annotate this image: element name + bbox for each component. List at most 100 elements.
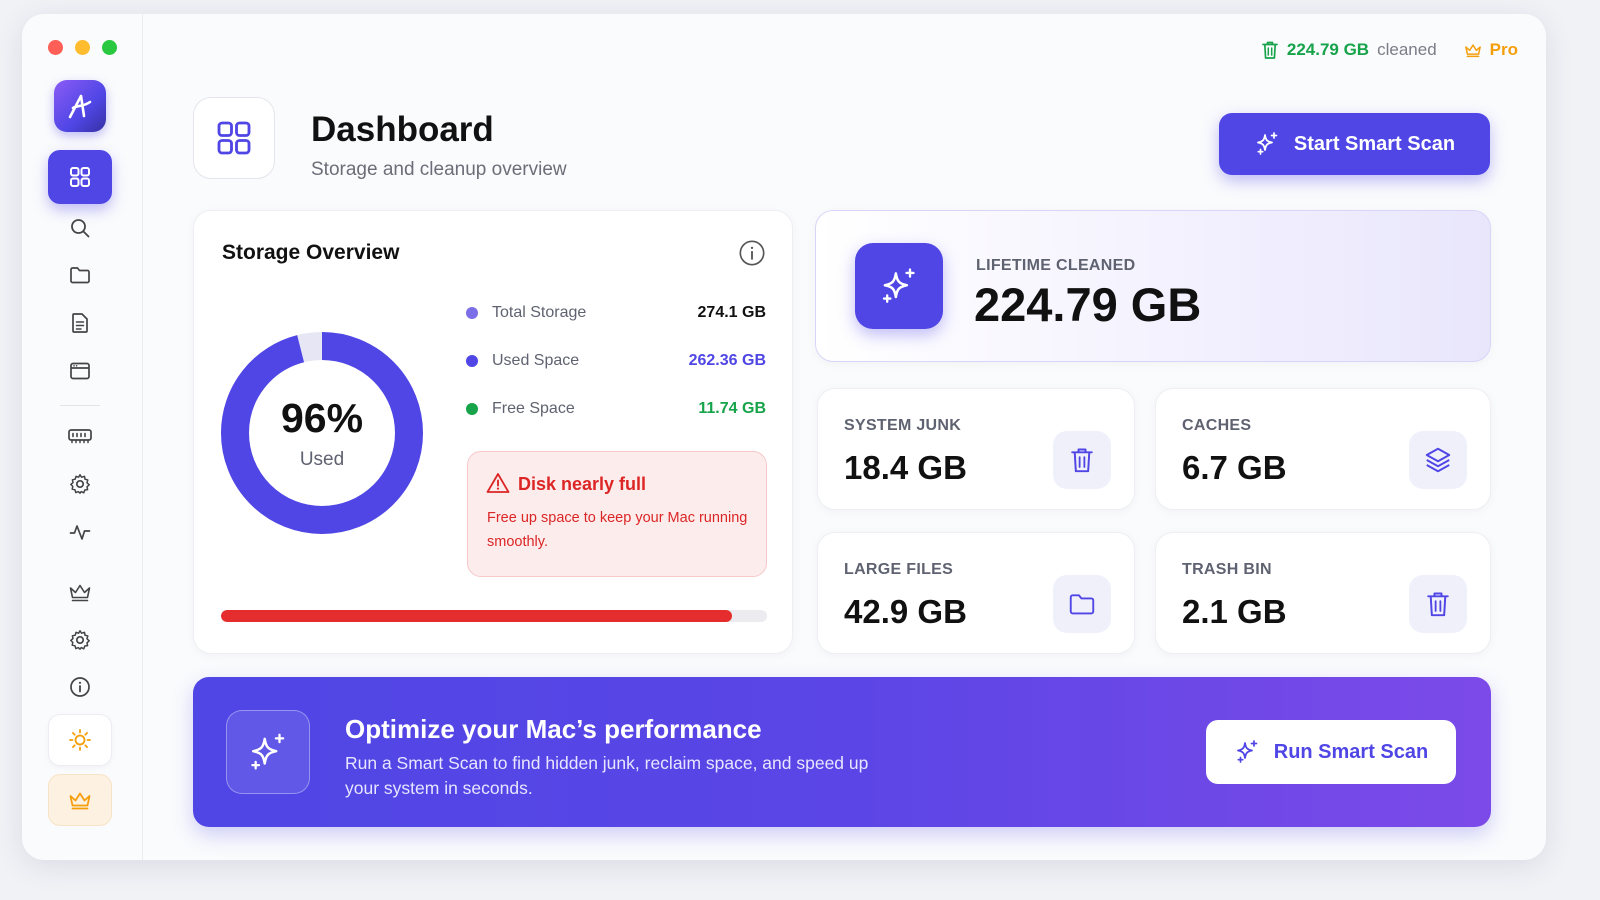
- search-icon: [71, 219, 90, 238]
- crown-icon: [69, 584, 91, 602]
- legend-used-space: Used Space 262.36 GB: [466, 349, 766, 373]
- sidebar-item-maintenance[interactable]: [48, 463, 112, 505]
- cleaned-suffix: cleaned: [1377, 40, 1437, 59]
- lifetime-cleaned-value: 224.79 GB: [974, 278, 1202, 331]
- legend-total-storage: Total Storage 274.1 GB: [466, 301, 766, 325]
- legend-dot: [466, 307, 478, 319]
- grid-icon: [217, 121, 251, 155]
- clean-system-junk-button[interactable]: [1053, 431, 1111, 489]
- pro-badge[interactable]: Pro: [1463, 40, 1518, 60]
- trash-icon: [1427, 592, 1449, 617]
- run-smart-scan-button[interactable]: Run Smart Scan: [1206, 720, 1456, 784]
- stat-label: CACHES: [1182, 417, 1252, 434]
- gear-icon: [70, 474, 90, 494]
- legend-label: Total Storage: [492, 304, 587, 321]
- sun-icon: [69, 729, 91, 751]
- legend-free-space: Free Space 11.74 GB: [466, 397, 766, 421]
- legend-value: 11.74 GB: [698, 400, 766, 417]
- app-logo[interactable]: [54, 80, 106, 132]
- theme-toggle-button[interactable]: [48, 714, 112, 766]
- sidebar-item-dashboard[interactable]: [48, 150, 112, 204]
- stat-card-large-files: LARGE FILES 42.9 GB: [817, 532, 1135, 654]
- legend-value: 262.36 GB: [688, 352, 766, 369]
- sparkles-icon: [1236, 740, 1258, 763]
- sidebar-item-apps[interactable]: [48, 350, 112, 392]
- app-window: 224.79 GB cleaned Pro Dashboard Storage …: [22, 14, 1546, 860]
- page-subtitle: Storage and cleanup overview: [311, 159, 567, 180]
- warning-icon: [486, 473, 510, 493]
- used-percent: 96%: [280, 395, 364, 441]
- cleaned-value: 224.79 GB: [1286, 40, 1370, 59]
- banner-icon-tile: [226, 710, 310, 794]
- storage-overview-title: Storage Overview: [222, 241, 400, 264]
- sidebar-item-documents[interactable]: [48, 302, 112, 344]
- run-smart-scan-label: Run Smart Scan: [1273, 740, 1429, 763]
- storage-info-button[interactable]: [738, 239, 766, 272]
- stat-value: 6.7 GB: [1182, 449, 1287, 486]
- review-large-files-button[interactable]: [1053, 575, 1111, 633]
- sidebar-item-premium[interactable]: [48, 571, 112, 613]
- empty-trash-button[interactable]: [1409, 575, 1467, 633]
- top-status-bar: 224.79 GB cleaned Pro: [1261, 40, 1518, 60]
- stat-value: 42.9 GB: [844, 593, 967, 630]
- sidebar-item-activity[interactable]: [48, 511, 112, 553]
- alert-text: Free up space to keep your Mac running s…: [487, 510, 748, 550]
- storage-usage-bar-fill: [221, 610, 732, 622]
- lifetime-cleaned-label: LIFETIME CLEANED: [976, 257, 1136, 274]
- sparkles-icon: [1257, 132, 1278, 155]
- sidebar-divider: [60, 405, 100, 406]
- info-icon: [739, 240, 765, 266]
- legend-dot: [466, 403, 478, 415]
- stat-card-caches: CACHES 6.7 GB: [1155, 388, 1491, 510]
- storage-usage-bar: [221, 610, 767, 622]
- optimize-banner: Optimize your Mac’s performance Run a Sm…: [193, 677, 1491, 827]
- legend-value: 274.1 GB: [697, 304, 766, 321]
- legend-label: Free Space: [492, 400, 575, 417]
- upgrade-pro-button[interactable]: [48, 774, 112, 826]
- page-title: Dashboard: [311, 110, 494, 149]
- memory-icon: [68, 429, 92, 444]
- folder-icon: [70, 267, 90, 284]
- storage-overview-card: Storage Overview 96% Used Total Storage …: [193, 210, 793, 654]
- banner-title: Optimize your Mac’s performance: [345, 714, 762, 744]
- info-icon: [70, 677, 90, 697]
- stat-label: TRASH BIN: [1182, 561, 1272, 578]
- sidebar-item-search[interactable]: [48, 207, 112, 249]
- crown-icon: [69, 792, 91, 810]
- trash-icon: [1071, 448, 1093, 473]
- sidebar-item-settings[interactable]: [48, 619, 112, 661]
- sidebar: [22, 14, 143, 860]
- crown-icon: [1464, 44, 1481, 58]
- stat-card-trash-bin: TRASH BIN 2.1 GB: [1155, 532, 1491, 654]
- start-smart-scan-button[interactable]: Start Smart Scan: [1219, 113, 1490, 175]
- sidebar-item-memory[interactable]: [48, 415, 112, 457]
- sidebar-item-about[interactable]: [48, 666, 112, 708]
- sidebar-item-folder[interactable]: [48, 254, 112, 296]
- layers-icon: [1425, 447, 1451, 473]
- stat-value: 2.1 GB: [1182, 593, 1287, 630]
- grid-icon: [70, 167, 90, 187]
- clean-caches-button[interactable]: [1409, 431, 1467, 489]
- dashboard-header-icon: [193, 97, 275, 179]
- alert-title: Disk nearly full: [518, 474, 647, 494]
- lifetime-icon-tile: [855, 243, 943, 329]
- banner-text: Run a Smart Scan to find hidden junk, re…: [345, 753, 869, 798]
- activity-icon: [69, 525, 91, 540]
- sparkles-icon: [251, 733, 285, 770]
- app-logo-icon: [68, 94, 92, 119]
- lifetime-cleaned-card: LIFETIME CLEANED 224.79 GB: [815, 210, 1491, 362]
- legend-dot: [466, 355, 478, 367]
- document-icon: [72, 313, 88, 333]
- stat-label: SYSTEM JUNK: [844, 417, 962, 434]
- pro-label: Pro: [1489, 40, 1518, 59]
- sparkles-icon: [882, 268, 915, 303]
- stat-value: 18.4 GB: [844, 449, 967, 486]
- trash-icon: [1262, 41, 1278, 59]
- stat-label: LARGE FILES: [844, 561, 954, 578]
- legend-label: Used Space: [492, 352, 580, 369]
- window-icon: [70, 362, 90, 380]
- settings-icon: [70, 630, 90, 650]
- cleaned-indicator: 224.79 GB cleaned: [1261, 40, 1437, 60]
- used-caption: Used: [299, 449, 345, 470]
- start-smart-scan-label: Start Smart Scan: [1293, 132, 1456, 155]
